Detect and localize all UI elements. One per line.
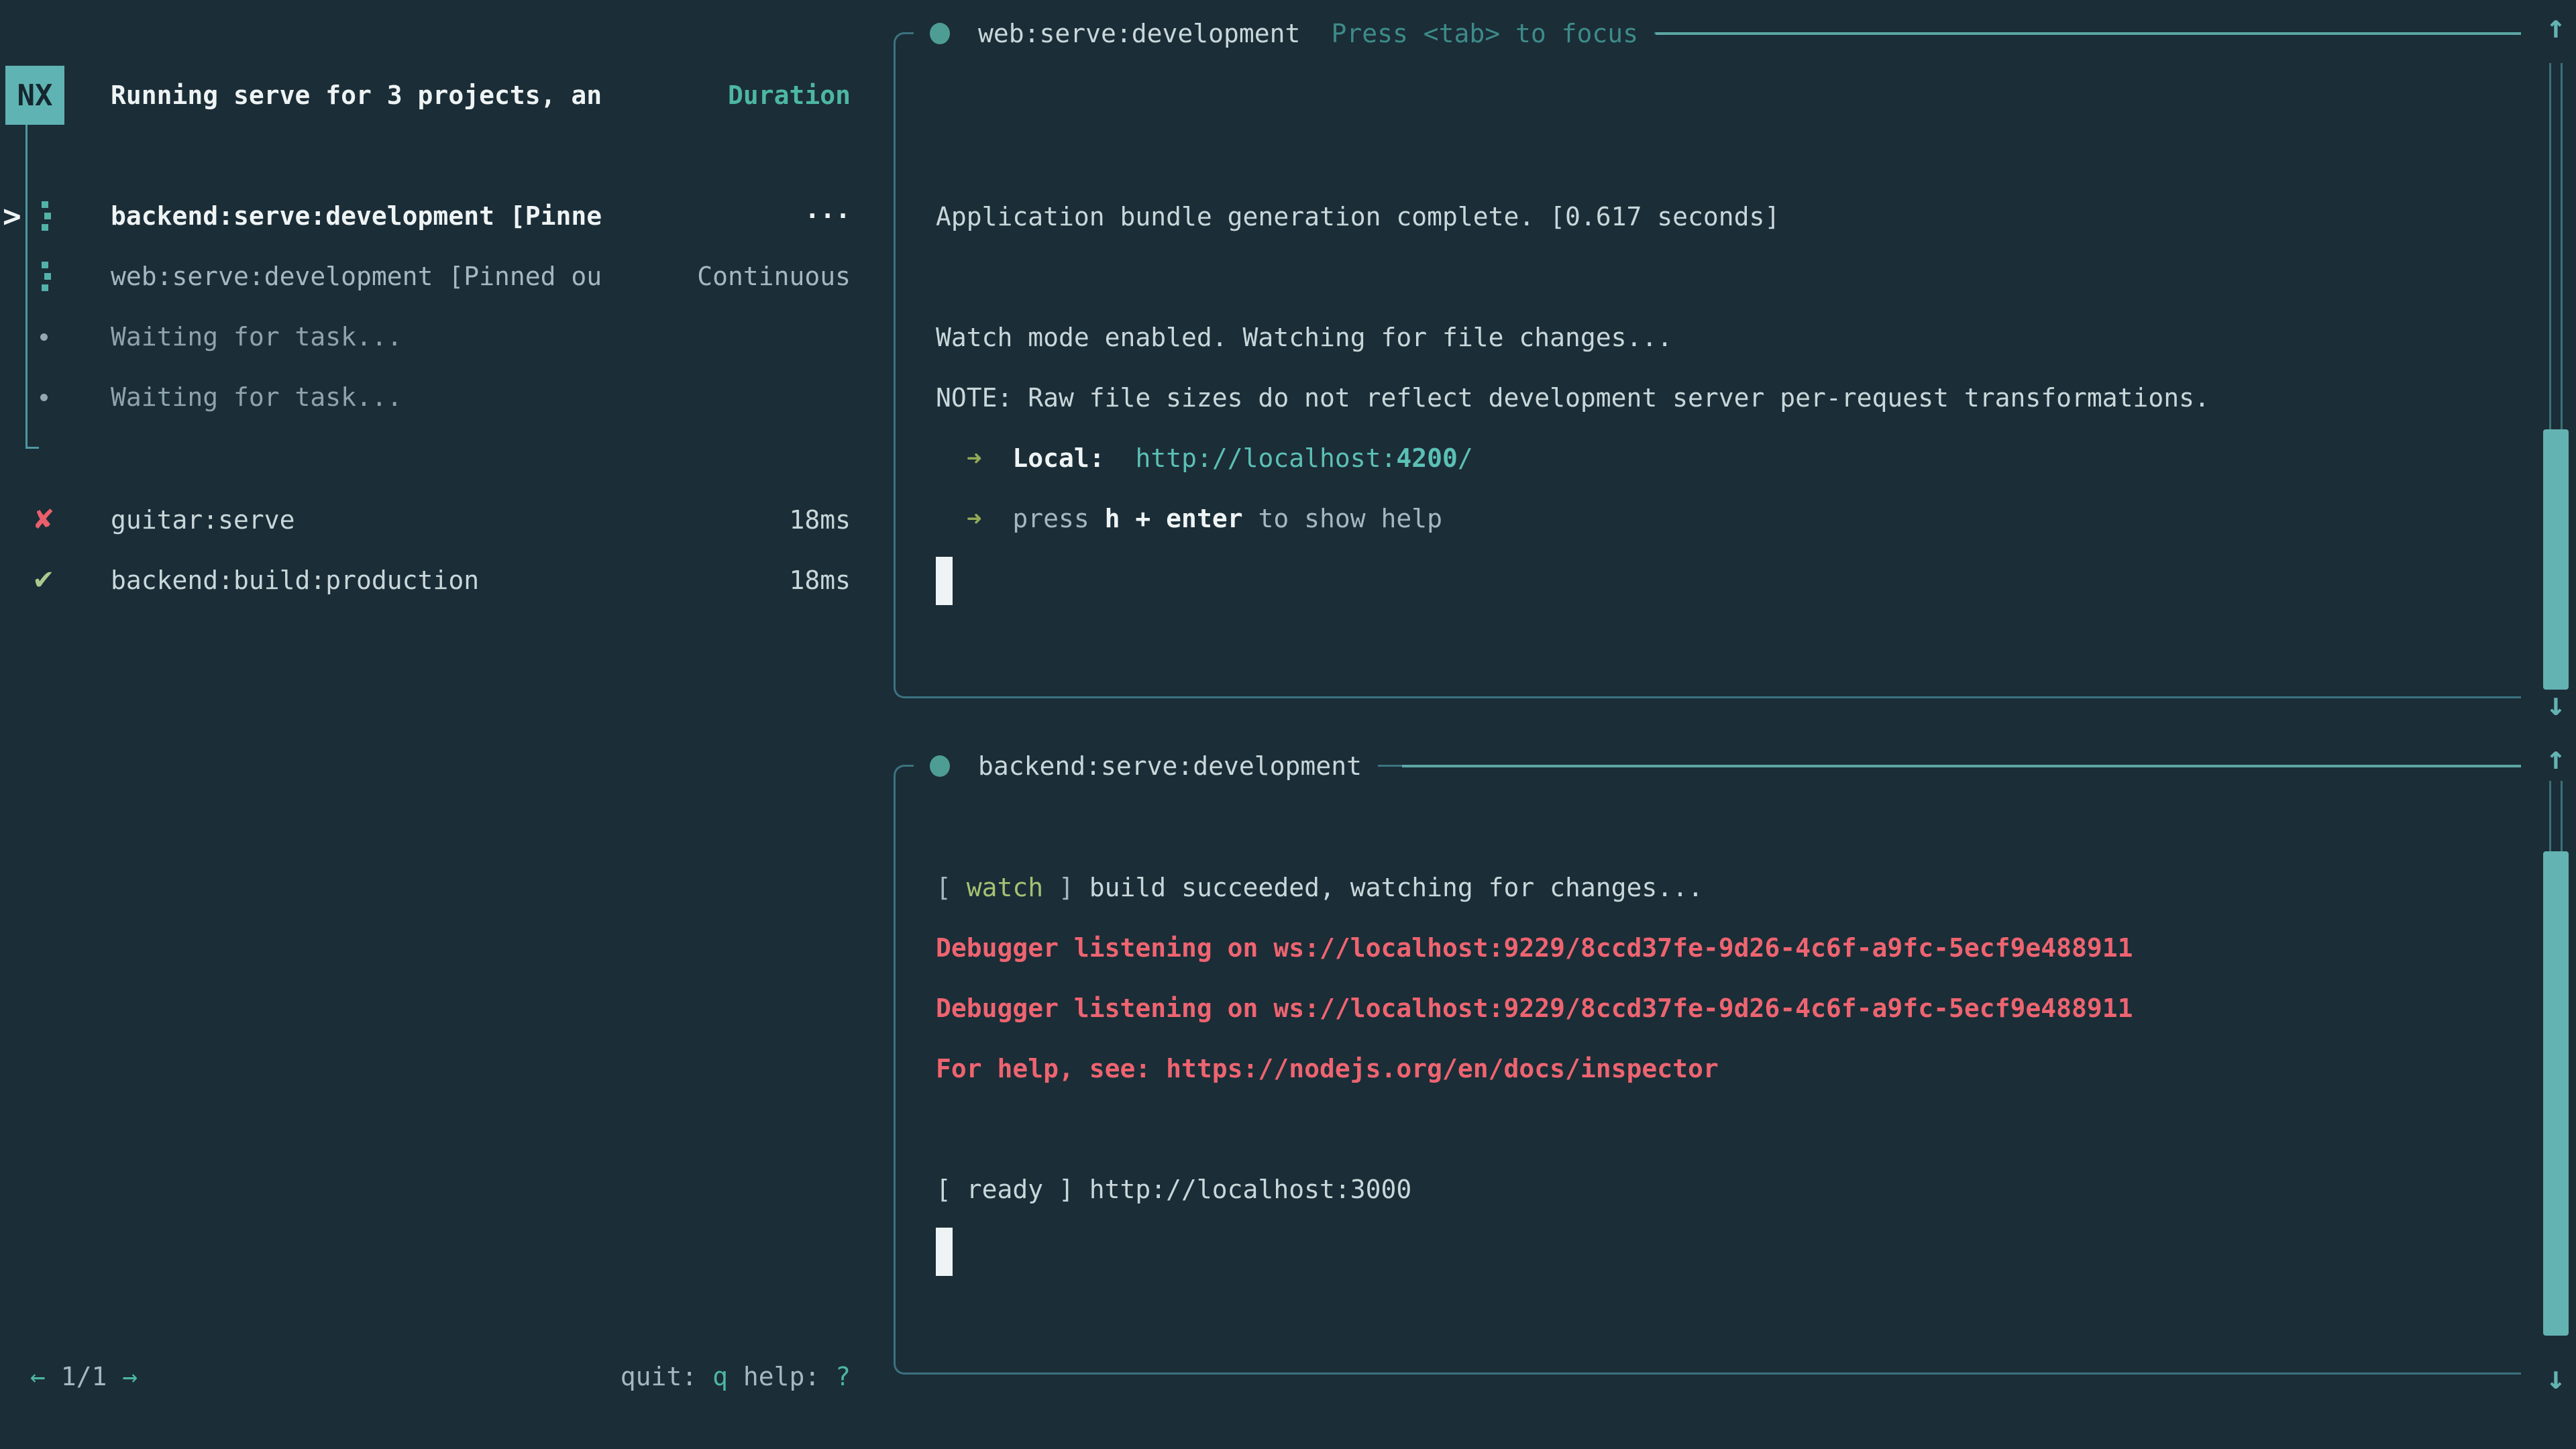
quit-key: q (712, 1362, 728, 1391)
terminal-line (936, 549, 2210, 609)
task-spinner-icon (42, 262, 48, 291)
running-status-dot-icon (930, 23, 950, 44)
terminal-text-segment: watch (967, 873, 1043, 902)
backend-scroll-up-icon[interactable]: ↑ (2532, 738, 2576, 778)
task-duration: 18ms (789, 550, 851, 610)
web-panel-title: web:serve:development (978, 19, 1300, 48)
terminal-text-segment: build succeeded, watching for changes... (1089, 873, 1703, 902)
nx-tui-screen: NX Running serve for 3 projects, an Dura… (0, 0, 2576, 1449)
terminal-text-segment: [ ready ] http://localhost:3000 (936, 1175, 1411, 1204)
task-right-status: Continuous (697, 246, 851, 307)
terminal-cursor (936, 557, 953, 605)
terminal-line: For help, see: https://nodejs.org/en/doc… (936, 1038, 2133, 1099)
task-right-status: ··· (804, 186, 851, 246)
terminal-text-segment: ➜ (936, 504, 1012, 533)
terminal-text-segment: ] (1043, 873, 1089, 902)
terminal-text-segment: Application bundle generation complete. … (936, 202, 1780, 231)
spacer (107, 1362, 122, 1391)
waiting-dot-icon (40, 333, 48, 341)
terminal-line (936, 1099, 2133, 1159)
terminal-text-segment: to show help (1243, 504, 1442, 533)
terminal-text-segment (1105, 443, 1136, 473)
waiting-dot-icon (40, 394, 48, 401)
task-label: backend:serve:development [Pinne (111, 186, 602, 246)
terminal-text-segment: / (1458, 443, 1473, 473)
terminal-text-segment: Debugger listening on ws://localhost:922… (936, 994, 2133, 1023)
task-row[interactable]: > backend:serve:development [Pinne ··· (0, 186, 892, 246)
selected-task-arrow-icon: > (3, 186, 21, 246)
terminal-line: NOTE: Raw file sizes do not reflect deve… (936, 368, 2210, 428)
nx-logo-badge: NX (5, 66, 64, 125)
terminal-line: Watch mode enabled. Watching for file ch… (936, 307, 2210, 368)
terminal-text-segment: ➜ (936, 443, 1012, 473)
task-spinner-icon (42, 201, 48, 231)
task-label: guitar:serve (111, 490, 295, 550)
terminal-cursor (936, 1228, 953, 1276)
terminal-line: Debugger listening on ws://localhost:922… (936, 978, 2133, 1038)
web-scroll-down-icon[interactable]: ↓ (2532, 684, 2576, 724)
page-prev-icon[interactable]: ← (30, 1362, 46, 1391)
task-tree-line-foot (25, 447, 39, 449)
backend-panel-header-rule (1402, 765, 2521, 767)
web-panel-header-rule (1656, 32, 2521, 35)
help-hint-label: help: (728, 1362, 835, 1391)
task-duration: 18ms (789, 490, 851, 550)
duration-column-header: Duration (728, 66, 851, 125)
keyboard-hints: quit: q help: ? (621, 1347, 851, 1406)
terminal-text-segment: http://localhost: (1135, 443, 1396, 473)
terminal-text-segment: Watch mode enabled. Watching for file ch… (936, 323, 1672, 352)
task-label: backend:build:production (111, 550, 479, 610)
terminal-line (936, 126, 2210, 186)
backend-panel-title: backend:serve:development (978, 751, 1362, 781)
task-success-icon: ✔ (32, 550, 55, 610)
task-failed-icon: ✘ (32, 490, 55, 550)
terminal-text-segment: Local: (1012, 443, 1104, 473)
help-key: ? (835, 1362, 851, 1391)
backend-panel-output: [ watch ] build succeeded, watching for … (936, 797, 2133, 1280)
terminal-text-segment: press (1012, 504, 1104, 533)
terminal-text-segment: NOTE: Raw file sizes do not reflect deve… (936, 383, 2210, 413)
backend-panel-header: backend:serve:development (914, 737, 1378, 796)
terminal-line (936, 1220, 2133, 1280)
terminal-line: [ ready ] http://localhost:3000 (936, 1159, 2133, 1220)
page-indicator (46, 1362, 61, 1391)
terminal-text-segment: h + enter (1105, 504, 1243, 533)
web-scroll-up-icon[interactable]: ↑ (2532, 7, 2576, 47)
terminal-line: Debugger listening on ws://localhost:922… (936, 918, 2133, 978)
terminal-line (936, 66, 2210, 126)
terminal-text-segment: [ (936, 873, 967, 902)
task-label: Waiting for task... (111, 307, 402, 367)
task-row[interactable]: Waiting for task... (0, 307, 892, 367)
running-status-dot-icon (930, 755, 950, 777)
terminal-line: ➜ Local: http://localhost:4200/ (936, 428, 2210, 488)
terminal-line: Application bundle generation complete. … (936, 186, 2210, 247)
terminal-line (936, 247, 2210, 307)
terminal-line: [ watch ] build succeeded, watching for … (936, 857, 2133, 918)
terminal-text-segment: For help, see: https://nodejs.org/en/doc… (936, 1054, 1719, 1083)
task-label: web:serve:development [Pinned ou (111, 246, 602, 307)
task-row[interactable]: Waiting for task... (0, 367, 892, 427)
terminal-text-segment: 4200 (1396, 443, 1458, 473)
page-number: 1/1 (61, 1362, 107, 1391)
task-row[interactable]: web:serve:development [Pinned ou Continuo… (0, 246, 892, 307)
web-scrollbar-track[interactable] (2549, 63, 2563, 429)
pagination: ← 1/1 → (30, 1347, 138, 1406)
backend-scrollbar-thumb[interactable] (2543, 851, 2569, 1336)
quit-hint-label: quit: (621, 1362, 712, 1391)
backend-scrollbar-track[interactable] (2549, 781, 2563, 851)
sidebar-title: Running serve for 3 projects, an (111, 66, 602, 125)
web-scrollbar-thumb[interactable] (2543, 429, 2569, 690)
terminal-line (936, 797, 2133, 857)
page-next-icon[interactable]: → (122, 1362, 138, 1391)
completed-task-row[interactable]: ✔ backend:build:production 18ms (0, 550, 892, 610)
backend-scroll-down-icon[interactable]: ↓ (2532, 1358, 2576, 1398)
terminal-text-segment: Debugger listening on ws://localhost:922… (936, 933, 2133, 963)
terminal-line: ➜ press h + enter to show help (936, 488, 2210, 549)
web-panel-header: web:serve:development Press <tab> to foc… (914, 4, 1654, 63)
completed-task-row[interactable]: ✘ guitar:serve 18ms (0, 490, 892, 550)
task-label: Waiting for task... (111, 367, 402, 427)
focus-hint: Press <tab> to focus (1331, 19, 1638, 48)
web-panel-output: Application bundle generation complete. … (936, 66, 2210, 609)
